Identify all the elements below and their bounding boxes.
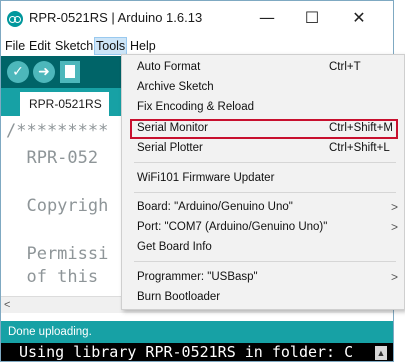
menu-item-auto-format[interactable]: Auto Format Ctrl+T	[122, 58, 404, 78]
menu-item-burn-bootloader[interactable]: Burn Bootloader	[122, 288, 404, 308]
menu-help[interactable]: Help	[129, 37, 157, 55]
serial-monitor-highlight-box	[130, 119, 398, 139]
menu-item-label: Board: "Arduino/Genuino Uno"	[137, 201, 293, 213]
menu-item-label: Archive Sketch	[137, 81, 214, 93]
menu-item-label: Fix Encoding & Reload	[137, 101, 254, 113]
menu-tools[interactable]: Tools	[94, 37, 128, 55]
code-line: of this	[6, 267, 99, 287]
menu-item-label: Serial Plotter	[137, 142, 203, 154]
code-line: RPR-052	[6, 148, 99, 168]
menu-item-get-board-info[interactable]: Get Board Info	[122, 238, 404, 258]
menu-item-archive-sketch[interactable]: Archive Sketch	[122, 78, 404, 98]
new-sketch-button[interactable]	[60, 61, 80, 83]
scroll-left-arrow-icon[interactable]: <	[4, 299, 10, 311]
menu-item-label: Get Board Info	[137, 241, 212, 253]
menu-item-label: Auto Format	[137, 61, 201, 73]
menu-item-fix-encoding[interactable]: Fix Encoding & Reload	[122, 98, 404, 118]
status-text: Done uploading.	[8, 326, 92, 338]
maximize-button[interactable]: ☐	[292, 4, 332, 32]
tab-rpr-0521rs[interactable]: RPR-0521RS	[20, 92, 109, 116]
console-output: Using library RPR-0521RS in folder: C ▲	[1, 343, 393, 361]
menu-item-label: Programmer: "USBasp"	[137, 271, 258, 283]
tools-menu-dropdown: Auto Format Ctrl+T Archive Sketch Fix En…	[121, 54, 405, 310]
menu-item-shortcut: Ctrl+T	[329, 61, 361, 73]
minimize-button[interactable]: —	[247, 4, 287, 32]
menu-item-label: Port: "COM7 (Arduino/Genuino Uno)"	[137, 221, 328, 233]
code-line: Permissi	[6, 244, 109, 264]
window-title: RPR-0521RS | Arduino 1.6.13	[29, 10, 203, 25]
submenu-arrow-icon: >	[390, 220, 398, 234]
close-button[interactable]: ✕	[339, 4, 379, 32]
arduino-logo-icon	[7, 11, 23, 27]
submenu-arrow-icon: >	[390, 200, 398, 214]
menu-sketch[interactable]: Sketch	[54, 37, 94, 55]
menu-separator	[134, 192, 396, 193]
menu-item-board[interactable]: Board: "Arduino/Genuino Uno" >	[122, 198, 404, 218]
submenu-arrow-icon: >	[390, 270, 398, 284]
menu-item-port[interactable]: Port: "COM7 (Arduino/Genuino Uno)" >	[122, 218, 404, 238]
menu-separator	[134, 261, 396, 262]
menu-item-shortcut: Ctrl+Shift+L	[329, 142, 390, 154]
console-scroll-up-icon[interactable]: ▲	[375, 346, 387, 360]
menu-separator	[134, 162, 396, 163]
verify-button[interactable]: ✓	[7, 61, 29, 83]
menu-bar: File Edit Sketch Tools Help	[1, 36, 393, 56]
status-bar: Done uploading.	[1, 321, 393, 343]
menu-item-label: WiFi101 Firmware Updater	[137, 172, 275, 184]
upload-button[interactable]: ➜	[33, 61, 55, 83]
menu-item-programmer[interactable]: Programmer: "USBasp" >	[122, 268, 404, 288]
console-text: Using library RPR-0521RS in folder: C	[19, 343, 354, 361]
code-line: /*********	[6, 121, 109, 141]
menu-edit[interactable]: Edit	[28, 37, 52, 55]
menu-file[interactable]: File	[4, 37, 26, 55]
menu-item-serial-plotter[interactable]: Serial Plotter Ctrl+Shift+L	[122, 139, 404, 159]
code-line: Copyrigh	[6, 196, 109, 216]
menu-item-label: Burn Bootloader	[137, 291, 221, 303]
title-bar: RPR-0521RS | Arduino 1.6.13 — ☐ ✕	[1, 1, 393, 35]
menu-item-wifi101-updater[interactable]: WiFi101 Firmware Updater	[122, 169, 404, 189]
